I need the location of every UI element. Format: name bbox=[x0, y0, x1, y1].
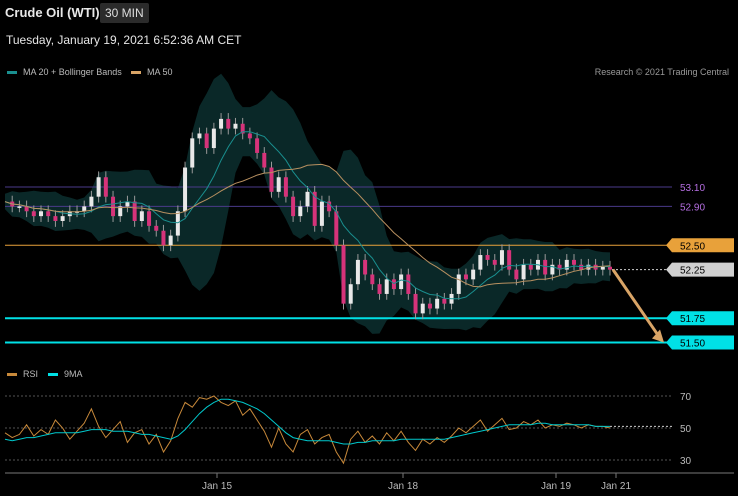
candle-body bbox=[463, 274, 468, 280]
rsi-tick-label-30: 30 bbox=[680, 456, 692, 467]
price-chart[interactable]: 53.10 52.90 52.50 52.25 51.75 51.50 70 50 30 Jan … bbox=[0, 0, 738, 496]
candle-body bbox=[571, 259, 576, 265]
candle-body bbox=[305, 191, 310, 207]
candle-body bbox=[283, 177, 288, 197]
x-tick-label: Jan 19 bbox=[541, 481, 571, 492]
candle-body bbox=[132, 201, 137, 221]
candle-body bbox=[247, 133, 252, 139]
x-tick-label: Jan 21 bbox=[601, 481, 631, 492]
candle-body bbox=[17, 206, 22, 208]
candle-body bbox=[413, 293, 418, 314]
level-label-51.75: 51.75 bbox=[680, 314, 705, 325]
candle-body bbox=[168, 235, 173, 246]
candle-body bbox=[262, 152, 267, 168]
candle-body bbox=[111, 196, 116, 217]
candle-body bbox=[82, 206, 87, 212]
level-label-52.50: 52.50 bbox=[680, 241, 705, 252]
candle-body bbox=[442, 298, 447, 304]
candle-body bbox=[377, 284, 382, 294]
candle-body bbox=[391, 279, 396, 290]
candle-body bbox=[521, 264, 526, 280]
candle-body bbox=[96, 177, 101, 197]
candle-body bbox=[197, 133, 202, 139]
candle-body bbox=[183, 167, 188, 212]
candle-body bbox=[89, 196, 94, 207]
candle-body bbox=[269, 167, 274, 192]
candle-body bbox=[161, 230, 166, 246]
candle-body bbox=[471, 269, 476, 280]
candle-body bbox=[579, 264, 584, 270]
candle-body bbox=[31, 211, 36, 217]
level-label-51.50: 51.50 bbox=[680, 339, 705, 350]
candle-body bbox=[348, 284, 353, 304]
candle-body bbox=[226, 118, 231, 129]
candle-body bbox=[499, 250, 504, 265]
candle-body bbox=[139, 211, 144, 221]
projection-arrow-line bbox=[611, 268, 661, 338]
candle-body bbox=[427, 303, 432, 309]
candle-body bbox=[60, 216, 65, 221]
candle-body bbox=[370, 274, 375, 285]
candle-body bbox=[514, 269, 519, 280]
candle-body bbox=[384, 279, 389, 294]
candle-body bbox=[219, 118, 224, 129]
candle-body bbox=[363, 259, 368, 275]
rsi-tick-label-50: 50 bbox=[680, 424, 692, 435]
candle-body bbox=[46, 211, 51, 217]
level-label-52.90: 52.90 bbox=[680, 202, 705, 213]
candle-body bbox=[456, 274, 461, 294]
candle-body bbox=[485, 255, 490, 260]
candle-body bbox=[53, 216, 58, 221]
candle-body bbox=[276, 177, 281, 192]
rsi-ma9-line bbox=[4, 398, 610, 445]
candle-body bbox=[103, 177, 108, 197]
x-tick-label: Jan 18 bbox=[388, 481, 418, 492]
candle-body bbox=[147, 211, 152, 226]
candle-body bbox=[543, 259, 548, 275]
candle-body bbox=[211, 128, 216, 149]
candle-body bbox=[406, 274, 411, 294]
candle-body bbox=[492, 259, 497, 265]
candle-body bbox=[319, 201, 324, 226]
candle-body bbox=[298, 206, 303, 217]
candle-body bbox=[334, 211, 339, 246]
candle-body bbox=[204, 133, 209, 149]
candle-body bbox=[355, 259, 360, 285]
candle-body bbox=[600, 266, 605, 270]
candle-body bbox=[435, 298, 440, 309]
candle-body bbox=[507, 250, 512, 270]
candle-body bbox=[154, 225, 159, 231]
candle-body bbox=[399, 274, 404, 290]
candle-body bbox=[528, 264, 533, 270]
candle-body bbox=[39, 211, 44, 217]
level-label-53.10: 53.10 bbox=[680, 183, 705, 194]
rsi-tick-label-70: 70 bbox=[680, 392, 692, 403]
x-tick-label: Jan 15 bbox=[202, 481, 232, 492]
candle-body bbox=[291, 196, 296, 217]
candle-body bbox=[175, 211, 180, 236]
level-label-52.25: 52.25 bbox=[680, 266, 705, 277]
candle-body bbox=[255, 138, 260, 153]
candle-body bbox=[478, 255, 483, 270]
candle-body bbox=[190, 138, 195, 168]
candle-body bbox=[420, 303, 425, 314]
candle-body bbox=[233, 123, 238, 129]
candle-body bbox=[341, 245, 346, 304]
